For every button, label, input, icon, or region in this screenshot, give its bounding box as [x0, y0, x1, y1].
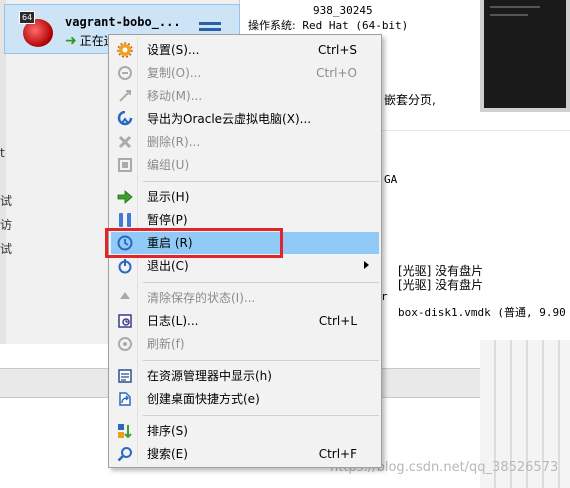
search-icon: [117, 446, 133, 462]
explorer-icon: [117, 368, 133, 384]
annotation-highlight-box: [105, 228, 283, 258]
move-icon: [117, 88, 133, 104]
detail-os-value: Red Hat (64-bit): [302, 19, 409, 32]
left-clipped-text: t: [0, 146, 5, 160]
submenu-arrow-icon: [364, 261, 369, 269]
menu-item-discard-state[interactable]: 清除保存的状态(I)...: [111, 287, 379, 309]
menu-separator: [143, 415, 379, 416]
menu-item-remove[interactable]: 删除(R)...: [111, 131, 379, 153]
power-icon: [117, 258, 133, 274]
menu-item-export-oci[interactable]: 导出为Oracle云虚拟电脑(X)...: [111, 108, 379, 130]
log-icon: [117, 313, 133, 329]
pause-icon: [117, 212, 133, 228]
vm-preview-screen: [480, 0, 570, 112]
menu-separator: [143, 181, 379, 182]
vm-name: vagrant-bobo_...: [65, 15, 181, 29]
detail-disk: box-disk1.vmdk (普通, 9.90 GB: [398, 306, 570, 319]
menu-item-move[interactable]: 移动(M)...: [111, 85, 379, 107]
menu-item-clone[interactable]: 复制(O)... Ctrl+O: [111, 62, 379, 84]
menu-item-sort[interactable]: 排序(S): [111, 420, 379, 442]
menu-item-log[interactable]: 日志(L)... Ctrl+L: [111, 310, 379, 332]
menu-item-show-in-explorer[interactable]: 在资源管理器中显示(h): [111, 365, 379, 387]
menu-item-group[interactable]: 编组(U): [111, 154, 379, 176]
vm-arch-badge: 64: [19, 11, 36, 24]
running-arrow-icon: ➜: [65, 32, 77, 49]
detail-optical-2: [光驱] 没有盘片: [398, 278, 484, 292]
detail-uuid: 938_30245: [313, 4, 373, 17]
menu-item-show[interactable]: 显示(H): [111, 186, 379, 208]
menu-item-refresh[interactable]: 刷新(f): [111, 333, 379, 355]
menu-separator: [143, 360, 379, 361]
left-clipped-text: 试: [0, 194, 13, 208]
detail-nested-paging: 嵌套分页,: [384, 93, 436, 107]
menu-separator: [143, 282, 379, 283]
group-icon: [117, 157, 133, 173]
detail-os: 操作系统: Red Hat (64-bit): [248, 17, 408, 33]
detail-vga: GA: [384, 173, 398, 186]
refresh-icon: [117, 336, 133, 352]
menu-item-create-shortcut[interactable]: 创建桌面快捷方式(e): [111, 388, 379, 410]
menu-item-settings[interactable]: 设置(S)... Ctrl+S: [111, 39, 379, 61]
delete-icon: [117, 134, 133, 150]
vm-os-logo-icon: 64: [19, 11, 57, 49]
show-arrow-icon: [117, 189, 133, 205]
discard-state-icon: [117, 290, 133, 306]
sort-icon: [117, 423, 133, 439]
menu-item-close[interactable]: 退出(C): [111, 255, 379, 277]
left-clipped-text: 试: [0, 242, 13, 256]
clone-icon: [117, 65, 133, 81]
menu-item-search[interactable]: 搜索(E) Ctrl+F: [111, 443, 379, 465]
gear-icon: [117, 42, 133, 58]
shortcut-icon: [117, 391, 133, 407]
detail-os-label: 操作系统:: [248, 19, 296, 32]
left-clipped-text: 访: [0, 218, 13, 232]
cloud-export-icon: [117, 111, 133, 127]
